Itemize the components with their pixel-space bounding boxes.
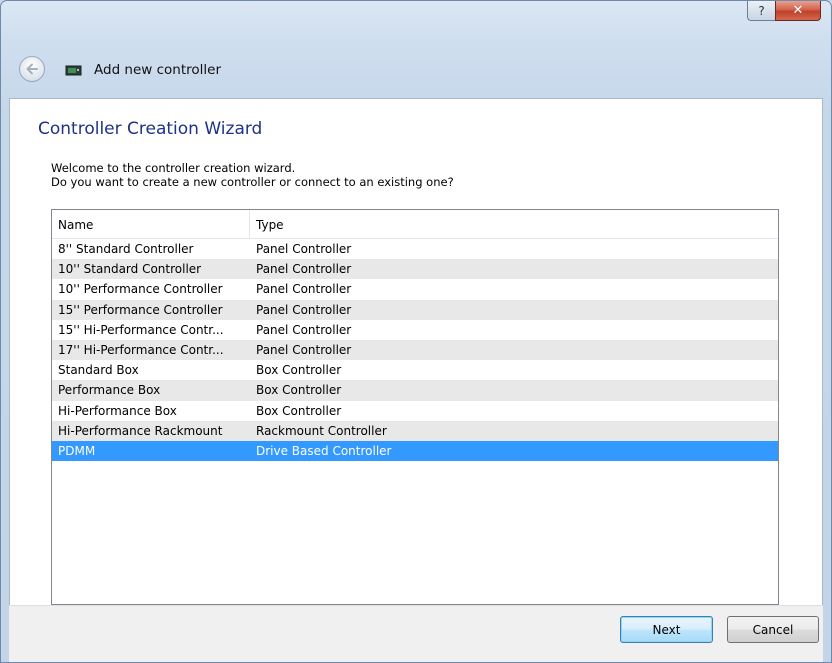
list-item-name: Hi-Performance Rackmount bbox=[58, 423, 223, 438]
list-item[interactable]: 8'' Standard Controller Panel Controller bbox=[52, 239, 778, 259]
list-item[interactable]: Hi-Performance Rackmount Rackmount Contro… bbox=[52, 420, 778, 441]
list-item-type: Drive Based Controller bbox=[256, 443, 392, 458]
list-item-name: 17'' Hi-Performance Contr... bbox=[58, 342, 224, 357]
list-item-type: Panel Controller bbox=[256, 242, 352, 256]
column-header-type[interactable]: Type bbox=[250, 210, 450, 238]
list-item[interactable]: Hi-Performance Box Box Controller bbox=[52, 401, 778, 421]
list-item-name: Hi-Performance Box bbox=[58, 403, 177, 418]
list-body: 8'' Standard Controller Panel Controller 1… bbox=[52, 239, 778, 462]
list-item-name: 15'' Hi-Performance Contr... bbox=[58, 322, 224, 337]
list-item-type: Panel Controller bbox=[256, 302, 352, 317]
wizard-title: Controller Creation Wizard bbox=[38, 119, 263, 139]
intro-text: Welcome to the controller creation wizar… bbox=[51, 161, 454, 189]
list-item-type: Box Controller bbox=[256, 403, 342, 418]
list-item-name: 10'' Performance Controller bbox=[58, 282, 223, 297]
list-item[interactable]: 10'' Standard Controller Panel Controller bbox=[52, 259, 778, 280]
list-item-type: Panel Controller bbox=[256, 282, 352, 297]
list-item[interactable]: 15'' Performance Controller Panel Control… bbox=[52, 299, 778, 320]
cancel-button[interactable]: Cancel bbox=[727, 616, 819, 643]
list-item[interactable]: Performance Box Box Controller bbox=[52, 380, 778, 401]
back-arrow-icon bbox=[26, 63, 38, 75]
wizard-window: ? ✕ Add new controller Controller Creati… bbox=[0, 0, 832, 663]
list-item-name: 10'' Standard Controller bbox=[58, 262, 202, 277]
controller-list[interactable]: Name Type 8'' Standard Controller Panel C… bbox=[51, 209, 779, 605]
list-item-type: Rackmount Controller bbox=[256, 423, 387, 438]
intro-line-2: Do you want to create a new controller o… bbox=[51, 175, 454, 189]
list-item-name: 15'' Performance Controller bbox=[58, 302, 223, 317]
list-item[interactable]: PDMM Drive Based Controller bbox=[52, 440, 778, 462]
wizard-header: Add new controller bbox=[1, 49, 831, 95]
next-button[interactable]: Next bbox=[620, 616, 713, 643]
list-item-name: PDMM bbox=[58, 443, 96, 458]
intro-line-1: Welcome to the controller creation wizar… bbox=[51, 161, 296, 175]
list-item-type: Box Controller bbox=[256, 363, 342, 378]
help-icon: ? bbox=[758, 3, 765, 18]
list-item-name: Standard Box bbox=[58, 363, 139, 378]
list-item[interactable]: 15'' Hi-Performance Contr... Panel Contro… bbox=[52, 320, 778, 340]
list-item[interactable]: Standard Box Box Controller bbox=[52, 360, 778, 380]
list-item[interactable]: 10'' Performance Controller Panel Control… bbox=[52, 279, 778, 299]
back-button[interactable] bbox=[19, 56, 45, 82]
close-icon: ✕ bbox=[792, 3, 804, 18]
help-button[interactable]: ? bbox=[747, 1, 775, 21]
close-button[interactable]: ✕ bbox=[775, 1, 821, 21]
list-item-name: Performance Box bbox=[58, 383, 161, 398]
caption-buttons: ? ✕ bbox=[747, 1, 821, 21]
list-item-type: Panel Controller bbox=[256, 342, 352, 357]
controller-device-icon bbox=[65, 65, 82, 76]
list-item-name: 8'' Standard Controller bbox=[58, 242, 194, 256]
window-title: Add new controller bbox=[94, 62, 222, 78]
list-item[interactable]: 17'' Hi-Performance Contr... Panel Contro… bbox=[52, 339, 778, 361]
list-item-type: Box Controller bbox=[256, 383, 342, 398]
list-item-type: Panel Controller bbox=[256, 322, 352, 337]
list-item-type: Panel Controller bbox=[256, 262, 352, 277]
list-header: Name Type bbox=[52, 210, 778, 239]
column-header-name[interactable]: Name bbox=[52, 210, 250, 238]
